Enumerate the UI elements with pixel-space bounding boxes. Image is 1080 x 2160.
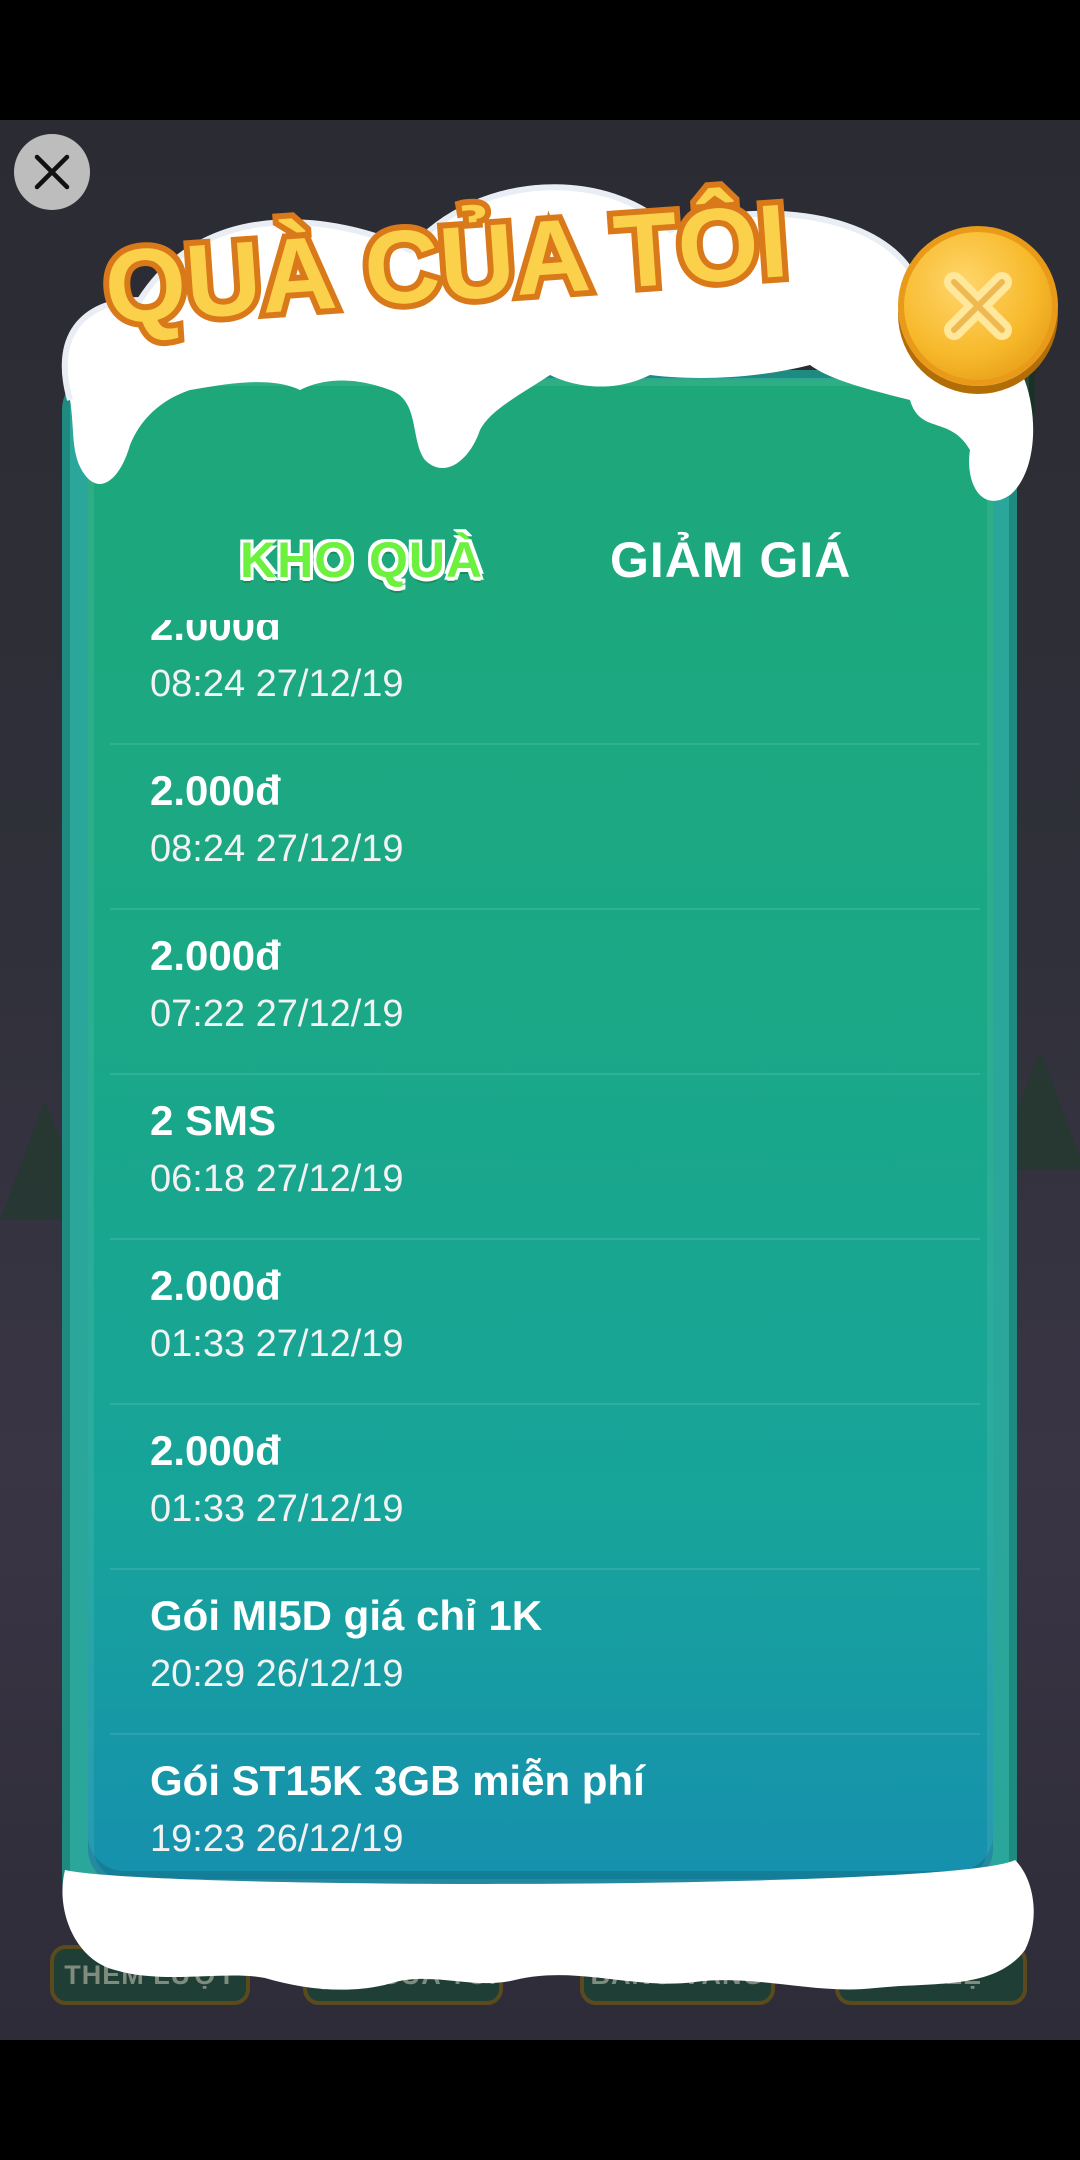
gift-timestamp: 07:22 27/12/19	[150, 993, 404, 1035]
gift-timestamp: 01:33 27/12/19	[150, 1488, 404, 1530]
tab-discounts[interactable]: GIẢM GIÁ	[610, 520, 851, 600]
snow-bottom-decoration	[62, 1860, 1034, 1990]
coin-close-icon	[944, 272, 1012, 340]
list-item[interactable]: 2.000đ 07:22 27/12/19	[110, 910, 980, 1075]
modal-close-button[interactable]	[898, 226, 1058, 386]
gift-title: 2.000đ	[150, 1427, 281, 1474]
gift-timestamp: 01:33 27/12/19	[150, 1323, 404, 1365]
gift-title: Gói ST15K 3GB miễn phí	[150, 1757, 645, 1804]
gift-timestamp: 20:29 26/12/19	[150, 1653, 404, 1695]
list-item[interactable]: 2.000đ 08:24 27/12/19	[110, 620, 980, 745]
list-item[interactable]: 2.000đ 01:33 27/12/19	[110, 1240, 980, 1405]
gift-title: 2.000đ	[150, 932, 281, 979]
gift-title: Gói MI5D giá chỉ 1K	[150, 1592, 543, 1639]
tab-gift-storage[interactable]: KHO QUÀ	[240, 520, 483, 600]
svg-text:QUÀ CỦA TÔI: QUÀ CỦA TÔI	[101, 182, 791, 346]
gift-timestamp: 08:24 27/12/19	[150, 663, 404, 705]
gift-title: 2.000đ	[150, 767, 281, 814]
gift-title: 2.000đ	[150, 1262, 281, 1309]
gift-title: 2.000đ	[150, 620, 281, 649]
tab-bar: KHO QUÀ GIẢM GIÁ	[160, 520, 880, 600]
list-item[interactable]: 2.000đ 01:33 27/12/19	[110, 1405, 980, 1570]
list-item[interactable]: 2.000đ 08:24 27/12/19	[110, 745, 980, 910]
gift-timestamp: 08:24 27/12/19	[150, 828, 404, 870]
screen: THÊM LƯỢT QUÀ CỦA TÔI BẢNG VÀNG THỂ LỆ Q…	[0, 0, 1080, 2160]
gift-title: 2 SMS	[150, 1097, 277, 1144]
list-item[interactable]: 2 SMS 06:18 27/12/19	[110, 1075, 980, 1240]
list-item[interactable]: Gói MI5D giá chỉ 1K 20:29 26/12/19	[110, 1570, 980, 1735]
modal-title: QUÀ CỦA TÔI	[95, 176, 797, 348]
gift-timestamp: 06:18 27/12/19	[150, 1158, 404, 1200]
gift-list-viewport[interactable]: 2.000đ 08:24 27/12/19 2.000đ 08:24 27/12…	[110, 620, 980, 1880]
gift-list: 2.000đ 08:24 27/12/19 2.000đ 08:24 27/12…	[110, 620, 980, 1880]
